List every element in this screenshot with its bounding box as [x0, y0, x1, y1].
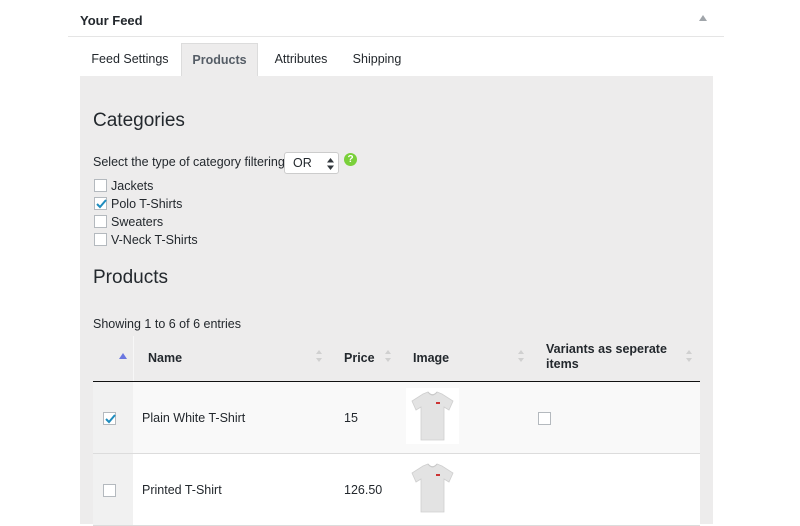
tab-label: Feed Settings [91, 52, 169, 66]
products-table: Name Price Image Variants as seperate it… [93, 336, 700, 526]
tshirt-icon [411, 463, 454, 513]
category-checkbox[interactable] [94, 179, 107, 192]
category-label: Jackets [111, 179, 154, 193]
tab-products[interactable]: Products [181, 43, 258, 76]
row-select-checkbox[interactable] [103, 484, 116, 497]
help-icon[interactable]: ? [344, 153, 357, 166]
tshirt-icon [411, 391, 454, 441]
variants-checkbox[interactable] [538, 412, 551, 425]
name-column-header[interactable]: Name [133, 336, 328, 381]
price-header-label: Price [344, 351, 375, 365]
categories-heading: Categories [93, 110, 185, 131]
variants-column-header[interactable]: Variants as seperate items [528, 336, 700, 381]
checkmark-icon [105, 414, 116, 424]
sort-asc-icon [119, 348, 127, 362]
category-label: V-Neck T-Shirts [111, 233, 198, 247]
tab-label: Shipping [352, 52, 402, 66]
table-header: Name Price Image Variants as seperate it… [93, 336, 700, 382]
category-filter-label: Select the type of category filtering [93, 155, 285, 169]
sort-icon [518, 350, 524, 365]
product-image [406, 460, 459, 516]
panel-title: Your Feed [80, 13, 143, 28]
product-name: Printed T-Shirt [142, 483, 222, 497]
tab-label: Products [192, 53, 247, 67]
image-column-header[interactable]: Image [398, 336, 528, 381]
product-name: Plain White T-Shirt [142, 411, 246, 425]
products-heading: Products [93, 267, 168, 288]
select-column-header[interactable] [93, 336, 133, 381]
sort-icon [686, 350, 692, 365]
products-tab-panel: Categories Select the type of category f… [80, 76, 713, 526]
tab-feed-settings[interactable]: Feed Settings [80, 43, 180, 76]
tab-attributes[interactable]: Attributes [264, 43, 338, 76]
category-checkbox[interactable] [94, 215, 107, 228]
checkmark-icon [96, 199, 107, 209]
panel-header: Your Feed [68, 0, 724, 37]
tab-label: Attributes [274, 52, 328, 66]
table-row[interactable]: Printed T-Shirt 126.50 [93, 454, 700, 526]
category-label: Polo T-Shirts [111, 197, 183, 211]
category-filter-value: OR [293, 156, 312, 170]
select-arrows-icon [327, 157, 334, 175]
image-header-label: Image [413, 351, 450, 365]
category-label: Sweaters [111, 215, 164, 229]
product-price: 15 [344, 411, 358, 425]
price-column-header[interactable]: Price [328, 336, 398, 381]
sort-icon [316, 350, 322, 365]
entries-info: Showing 1 to 6 of 6 entries [93, 317, 242, 331]
category-filter-select[interactable]: OR [284, 152, 339, 174]
tab-shipping[interactable]: Shipping [345, 43, 409, 76]
row-select-checkbox[interactable] [103, 412, 116, 425]
product-image [406, 388, 459, 444]
table-row[interactable]: Plain White T-Shirt 15 [93, 382, 700, 454]
variants-header-label: Variants as seperate items [546, 342, 667, 371]
collapse-up-icon[interactable] [698, 14, 712, 26]
name-header-label: Name [148, 351, 183, 365]
sort-icon [385, 350, 391, 365]
category-checkbox[interactable] [94, 233, 107, 246]
category-checkbox[interactable] [94, 197, 107, 210]
product-price: 126.50 [344, 483, 383, 497]
